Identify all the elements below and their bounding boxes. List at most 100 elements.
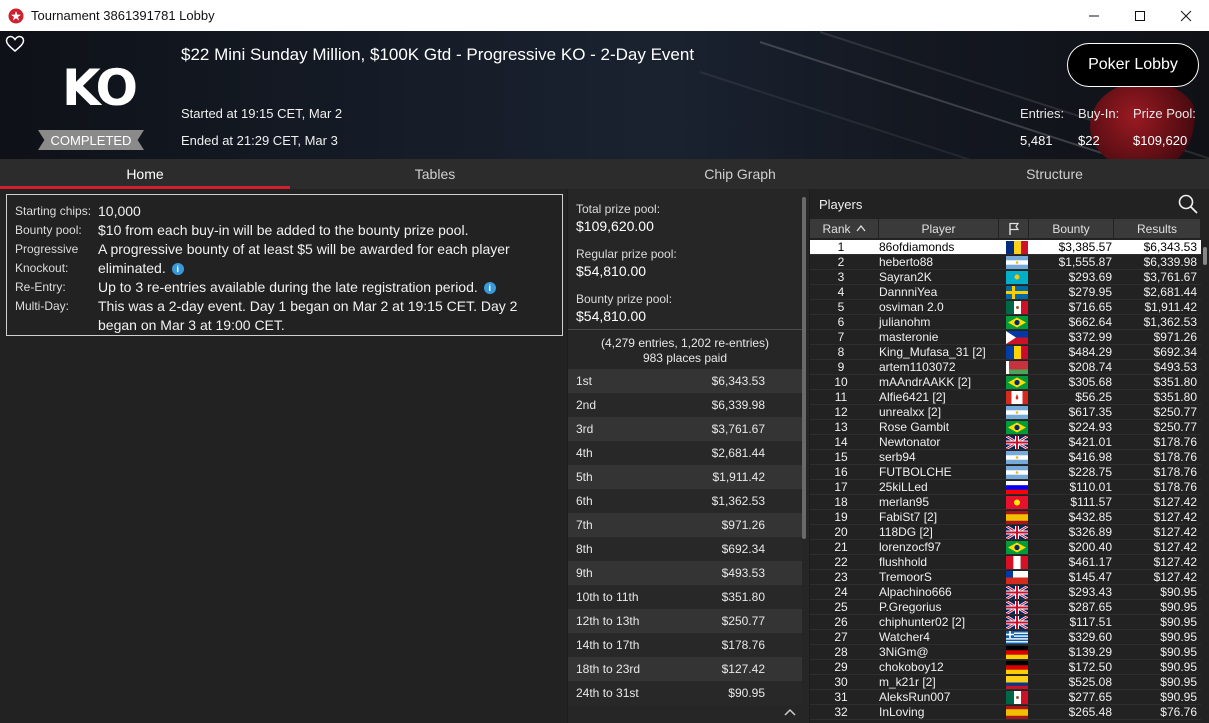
player-row[interactable]: 25 P.Gregorius $287.65 $90.95 <box>810 600 1201 615</box>
player-rank: 17 <box>834 480 848 494</box>
player-row[interactable]: 32 InLoving $265.48 $76.76 <box>810 705 1201 720</box>
player-result: $178.76 <box>1153 480 1197 494</box>
player-row[interactable]: 18 merlan95 $111.57 $127.42 <box>810 495 1201 510</box>
tab-tables[interactable]: Tables <box>290 159 580 189</box>
payout-place: 8th <box>576 542 593 556</box>
player-result: $692.34 <box>1153 345 1197 359</box>
close-button[interactable] <box>1163 0 1209 31</box>
player-row[interactable]: 9 artem1103072 $208.74 $493.53 <box>810 360 1201 375</box>
player-bounty: $326.89 <box>1068 525 1112 539</box>
pokerstars-logo-icon <box>8 8 24 23</box>
payout-place: 24th to 31st <box>576 686 639 700</box>
player-row[interactable]: 29 chokoboy12 $172.50 $90.95 <box>810 660 1201 675</box>
player-row[interactable]: 17 25kiLLed $110.01 $178.76 <box>810 480 1201 495</box>
column-header-flag[interactable] <box>999 219 1029 238</box>
entries-value: 5,481 <box>1020 133 1053 148</box>
player-result: $351.80 <box>1153 390 1197 404</box>
player-row[interactable]: 1 86ofdiamonds $3,385.57 $6,343.53 <box>810 240 1201 255</box>
player-row[interactable]: 3 Sayran2K $293.69 $3,761.67 <box>810 270 1201 285</box>
payout-place: 1st <box>576 374 593 388</box>
player-rank: 7 <box>837 330 845 344</box>
payout-place: 6th <box>576 494 593 508</box>
player-rank: 4 <box>837 285 845 299</box>
player-row[interactable]: 19 FabiSt7 [2] $432.85 $127.42 <box>810 510 1201 525</box>
player-row[interactable]: 16 FUTBOLCHE $228.75 $178.76 <box>810 465 1201 480</box>
multiday-text: This was a 2-day event. Day 1 began on M… <box>98 298 518 333</box>
chevron-up-icon[interactable] <box>784 708 796 716</box>
player-name: AleksRun007 <box>879 690 951 704</box>
philippines-flag-icon <box>1006 330 1028 344</box>
player-row[interactable]: 28 3NiGm@ $139.29 $90.95 <box>810 645 1201 660</box>
player-bounty: $172.50 <box>1068 660 1112 674</box>
player-row[interactable]: 21 lorenzocf97 $200.40 $127.42 <box>810 540 1201 555</box>
player-rank: 10 <box>834 375 848 389</box>
minimize-button[interactable] <box>1071 0 1117 31</box>
player-row[interactable]: 12 unrealxx [2] $617.35 $250.77 <box>810 405 1201 420</box>
player-rank: 21 <box>834 540 848 554</box>
prize-scrollbar[interactable] <box>802 197 806 539</box>
player-row[interactable]: 5 osviman 2.0 $716.65 $1,911.42 <box>810 300 1201 315</box>
player-row[interactable]: 11 Alfie6421 [2] $56.25 $351.80 <box>810 390 1201 405</box>
player-name: Rose Gambit <box>879 420 950 434</box>
player-row[interactable]: 26 chiphunter02 [2] $117.51 $90.95 <box>810 615 1201 630</box>
spain-flag-icon <box>1006 705 1028 719</box>
column-header-rank[interactable]: Rank <box>810 219 879 238</box>
poker-lobby-button[interactable]: Poker Lobby <box>1067 43 1199 87</box>
player-row[interactable]: 14 Newtonator $421.01 $178.76 <box>810 435 1201 450</box>
tab-home[interactable]: Home <box>0 159 290 189</box>
payout-place: 3rd <box>576 422 594 436</box>
column-header-player[interactable]: Player <box>879 219 999 238</box>
payout-row: 1st $6,343.53 <box>568 369 802 393</box>
regular-pool-value: $54,810.00 <box>576 263 647 279</box>
bounty-pool-value: $54,810.00 <box>576 308 647 324</box>
brazil-flag-icon <box>1006 420 1028 434</box>
multiday-label: Multi-Day: <box>15 299 70 313</box>
player-result: $90.95 <box>1160 690 1197 704</box>
player-row[interactable]: 7 masteronie $372.99 $971.26 <box>810 330 1201 345</box>
kyrgyzstan-flag-icon <box>1006 495 1028 509</box>
player-row[interactable]: 24 Alpachino666 $293.43 $90.95 <box>810 585 1201 600</box>
search-icon[interactable] <box>1177 193 1199 215</box>
payout-amount: $692.34 <box>721 542 765 556</box>
player-result: $90.95 <box>1160 615 1197 629</box>
column-header-results[interactable]: Results <box>1114 219 1201 238</box>
player-row[interactable]: 13 Rose Gambit $224.93 $250.77 <box>810 420 1201 435</box>
player-name: DannniYea <box>879 285 938 299</box>
players-title: Players <box>819 197 863 212</box>
player-name: Sayran2K <box>879 270 932 284</box>
player-row[interactable]: 2 heberto88 $1,555.87 $6,339.98 <box>810 255 1201 270</box>
prize-panel: Total prize pool: $109,620.00 Regular pr… <box>568 189 809 723</box>
favorite-heart-icon[interactable] <box>5 35 25 53</box>
player-row[interactable]: 20 118DG [2] $326.89 $127.42 <box>810 525 1201 540</box>
payout-amount: $6,343.53 <box>711 374 765 388</box>
player-bounty: $305.68 <box>1068 375 1112 389</box>
info-icon[interactable]: i <box>171 263 184 275</box>
bounty-pool-label: Bounty pool: <box>15 223 82 237</box>
player-bounty: $139.29 <box>1068 645 1112 659</box>
player-bounty: $3,385.57 <box>1058 240 1112 254</box>
maximize-button[interactable] <box>1117 0 1163 31</box>
info-icon[interactable]: i <box>483 282 496 294</box>
player-row[interactable]: 15 serb94 $416.98 $178.76 <box>810 450 1201 465</box>
column-header-bounty[interactable]: Bounty <box>1029 219 1114 238</box>
players-scrollbar[interactable] <box>1203 247 1207 265</box>
player-rank: 1 <box>837 240 845 254</box>
player-row[interactable]: 31 AleksRun007 $277.65 $90.95 <box>810 690 1201 705</box>
player-row[interactable]: 10 mAAndrAAKK [2] $305.68 $351.80 <box>810 375 1201 390</box>
payout-amount: $6,339.98 <box>711 398 765 412</box>
player-row[interactable]: 22 flushhold $461.17 $127.42 <box>810 555 1201 570</box>
player-bounty: $117.51 <box>1069 615 1113 629</box>
player-row[interactable]: 6 julianohm $662.64 $1,362.53 <box>810 315 1201 330</box>
player-row[interactable]: 23 TremoorS $145.47 $127.42 <box>810 570 1201 585</box>
player-row[interactable]: 4 DannniYea $279.95 $2,681.44 <box>810 285 1201 300</box>
uk-flag-icon <box>1006 615 1028 629</box>
player-row[interactable]: 27 Watcher4 $329.60 $90.95 <box>810 630 1201 645</box>
player-row[interactable]: 8 King_Mufasa_31 [2] $484.29 $692.34 <box>810 345 1201 360</box>
tab-chip-graph[interactable]: Chip Graph <box>580 159 900 189</box>
player-row[interactable]: 30 m_k21r [2] $525.08 $90.95 <box>810 675 1201 690</box>
payout-place: 4th <box>576 446 593 460</box>
entries-label: Entries: <box>1020 106 1065 121</box>
player-bounty: $421.01 <box>1068 435 1112 449</box>
tab-structure[interactable]: Structure <box>900 159 1209 189</box>
payout-row: 18th to 23rd $127.42 <box>568 657 802 681</box>
